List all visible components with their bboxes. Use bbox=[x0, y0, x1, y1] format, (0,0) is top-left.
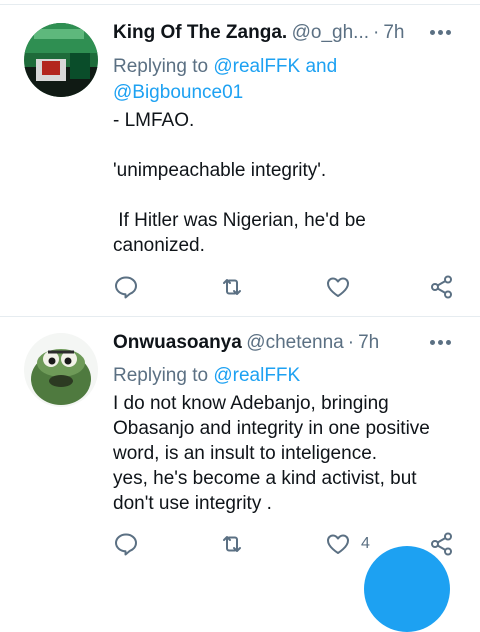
author-name[interactable]: Onwuasoanya bbox=[113, 332, 242, 353]
like-count: 4 bbox=[361, 535, 370, 552]
share-icon bbox=[431, 532, 452, 556]
tweet-header: Onwuasoanya @chetenna · 7h bbox=[113, 332, 456, 358]
retweet-icon bbox=[223, 536, 241, 552]
like-button[interactable] bbox=[325, 272, 361, 302]
tweet-line: I do not know Adebanjo, bringing Obasanj… bbox=[113, 393, 436, 464]
like-button[interactable]: 4 bbox=[325, 529, 370, 559]
reply-icon bbox=[115, 533, 137, 556]
retweet-icon bbox=[223, 279, 241, 295]
tweet-text: - LMFAO. 'unimpeachable integrity'. If H… bbox=[113, 108, 453, 258]
replying-to-label: Replying to bbox=[113, 56, 209, 77]
heart-icon bbox=[327, 277, 349, 297]
mention-join[interactable]: and bbox=[305, 56, 337, 77]
separator-dot: · bbox=[347, 332, 355, 353]
share-icon bbox=[431, 275, 452, 299]
tweet-text: I do not know Adebanjo, bringing Obasanj… bbox=[113, 391, 453, 516]
avatar[interactable] bbox=[24, 23, 98, 97]
timestamp[interactable]: 7h bbox=[383, 22, 404, 43]
author-handle[interactable]: @chetenna bbox=[246, 332, 343, 353]
line-spacer bbox=[113, 183, 453, 208]
tweet-line: - LMFAO. bbox=[113, 110, 195, 131]
tweet-line: 'unimpeachable integrity'. bbox=[113, 160, 327, 181]
heart-icon bbox=[327, 534, 349, 554]
separator-dot: · bbox=[373, 22, 380, 43]
replying-to-label: Replying to bbox=[113, 365, 209, 386]
compose-fab-button[interactable] bbox=[364, 546, 450, 632]
author-handle[interactable]: @o_gh... bbox=[292, 22, 369, 43]
reply-icon bbox=[115, 276, 137, 299]
tweet-line: If Hitler was Nigerian, he'd be canonize… bbox=[113, 210, 372, 256]
avatar[interactable] bbox=[24, 333, 98, 407]
mention-link[interactable]: @Bigbounce01 bbox=[113, 82, 243, 103]
more-icon[interactable] bbox=[430, 30, 452, 36]
retweet-button[interactable] bbox=[219, 272, 245, 302]
mention-link[interactable]: @realFFK bbox=[213, 365, 300, 386]
more-icon[interactable] bbox=[430, 340, 452, 346]
timestamp[interactable]: 7h bbox=[358, 332, 379, 353]
share-button[interactable] bbox=[429, 272, 455, 302]
replying-to: Replying to @realFFK and @Bigbounce01 bbox=[113, 54, 443, 106]
tweet-header: King Of The Zanga. @o_gh... · 7h bbox=[113, 22, 456, 48]
tweet-line: yes, he's become a kind activist, but do… bbox=[113, 468, 422, 514]
replying-to: Replying to @realFFK bbox=[113, 363, 443, 389]
reply-button[interactable] bbox=[113, 529, 139, 559]
line-spacer bbox=[113, 133, 453, 158]
reply-button[interactable] bbox=[113, 272, 139, 302]
tweet-actions bbox=[113, 272, 463, 302]
mention-link[interactable]: @realFFK bbox=[213, 56, 300, 77]
tweet[interactable]: King Of The Zanga. @o_gh... · 7h Replying … bbox=[0, 5, 480, 316]
author-name[interactable]: King Of The Zanga. bbox=[113, 22, 287, 43]
tweet[interactable]: Onwuasoanya @chetenna · 7h Replying to @re… bbox=[0, 317, 480, 573]
retweet-button[interactable] bbox=[219, 529, 245, 559]
